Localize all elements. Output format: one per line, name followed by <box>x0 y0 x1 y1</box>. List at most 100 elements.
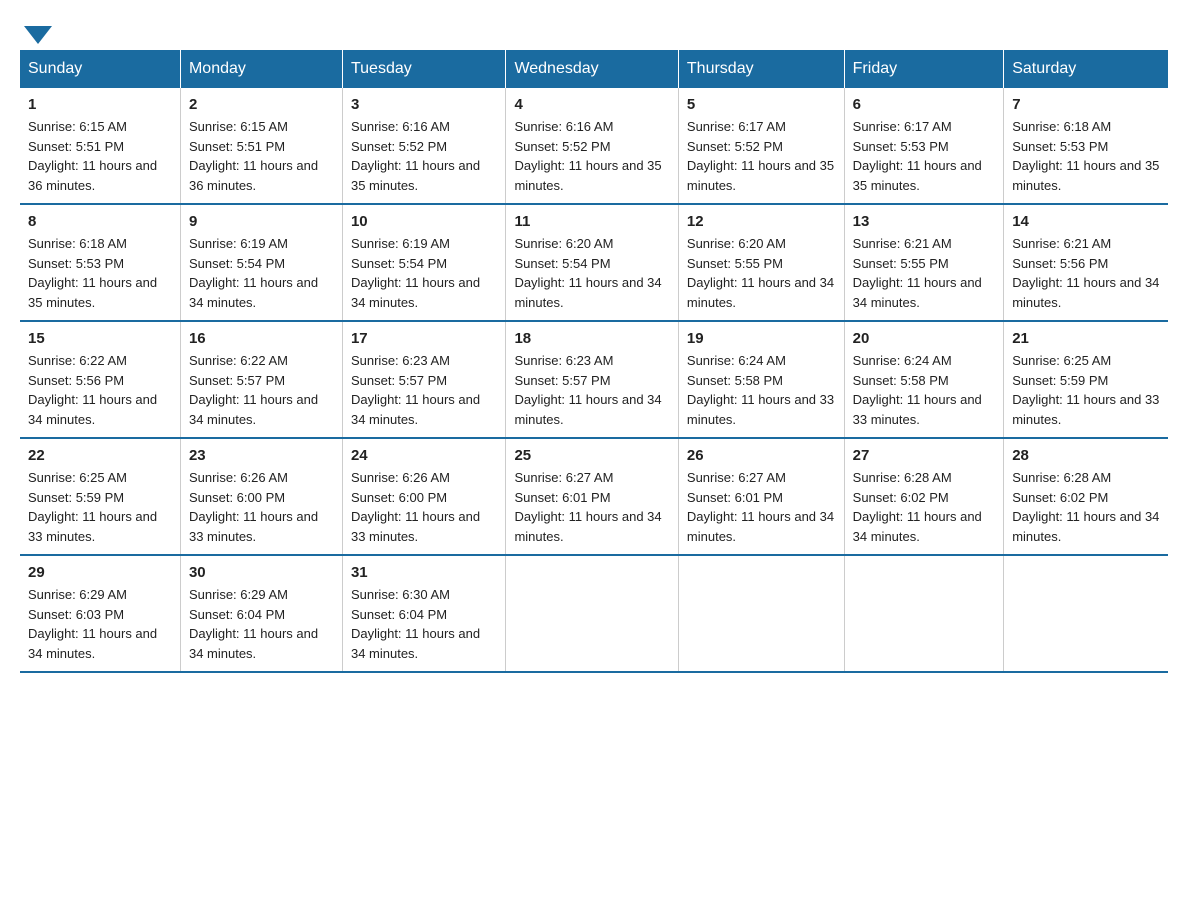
day-number: 1 <box>28 96 172 113</box>
sunrise-label: Sunrise: 6:23 AM <box>514 353 613 368</box>
sunset-label: Sunset: 5:59 PM <box>28 490 124 505</box>
sunset-label: Sunset: 6:00 PM <box>189 490 285 505</box>
day-cell <box>506 555 678 672</box>
day-info: Sunrise: 6:27 AM Sunset: 6:01 PM Dayligh… <box>687 468 836 546</box>
day-cell: 8 Sunrise: 6:18 AM Sunset: 5:53 PM Dayli… <box>20 204 180 321</box>
sunrise-label: Sunrise: 6:25 AM <box>1012 353 1111 368</box>
day-cell: 21 Sunrise: 6:25 AM Sunset: 5:59 PM Dayl… <box>1004 321 1168 438</box>
day-number: 22 <box>28 447 172 464</box>
sunrise-label: Sunrise: 6:26 AM <box>189 470 288 485</box>
day-info: Sunrise: 6:28 AM Sunset: 6:02 PM Dayligh… <box>1012 468 1160 546</box>
daylight-label: Daylight: 11 hours and 35 minutes. <box>853 158 982 193</box>
day-cell: 27 Sunrise: 6:28 AM Sunset: 6:02 PM Dayl… <box>844 438 1004 555</box>
sunrise-label: Sunrise: 6:19 AM <box>189 236 288 251</box>
day-info: Sunrise: 6:24 AM Sunset: 5:58 PM Dayligh… <box>687 351 836 429</box>
sunset-label: Sunset: 5:59 PM <box>1012 373 1108 388</box>
sunset-label: Sunset: 5:52 PM <box>687 139 783 154</box>
day-info: Sunrise: 6:22 AM Sunset: 5:57 PM Dayligh… <box>189 351 334 429</box>
day-info: Sunrise: 6:19 AM Sunset: 5:54 PM Dayligh… <box>351 234 497 312</box>
logo <box>20 20 52 40</box>
day-info: Sunrise: 6:29 AM Sunset: 6:04 PM Dayligh… <box>189 585 334 663</box>
daylight-label: Daylight: 11 hours and 34 minutes. <box>189 626 318 661</box>
day-cell: 1 Sunrise: 6:15 AM Sunset: 5:51 PM Dayli… <box>20 88 180 204</box>
sunrise-label: Sunrise: 6:23 AM <box>351 353 450 368</box>
sunrise-label: Sunrise: 6:15 AM <box>189 119 288 134</box>
sunset-label: Sunset: 6:00 PM <box>351 490 447 505</box>
day-number: 3 <box>351 96 497 113</box>
day-cell: 24 Sunrise: 6:26 AM Sunset: 6:00 PM Dayl… <box>342 438 505 555</box>
sunrise-label: Sunrise: 6:16 AM <box>351 119 450 134</box>
sunset-label: Sunset: 5:54 PM <box>189 256 285 271</box>
day-info: Sunrise: 6:21 AM Sunset: 5:55 PM Dayligh… <box>853 234 996 312</box>
day-info: Sunrise: 6:18 AM Sunset: 5:53 PM Dayligh… <box>1012 117 1160 195</box>
day-cell: 22 Sunrise: 6:25 AM Sunset: 5:59 PM Dayl… <box>20 438 180 555</box>
sunset-label: Sunset: 5:53 PM <box>28 256 124 271</box>
day-number: 13 <box>853 213 996 230</box>
daylight-label: Daylight: 11 hours and 33 minutes. <box>687 392 834 427</box>
sunset-label: Sunset: 5:54 PM <box>351 256 447 271</box>
day-number: 6 <box>853 96 996 113</box>
sunrise-label: Sunrise: 6:18 AM <box>28 236 127 251</box>
day-cell: 23 Sunrise: 6:26 AM Sunset: 6:00 PM Dayl… <box>180 438 342 555</box>
day-info: Sunrise: 6:26 AM Sunset: 6:00 PM Dayligh… <box>189 468 334 546</box>
day-info: Sunrise: 6:15 AM Sunset: 5:51 PM Dayligh… <box>28 117 172 195</box>
calendar-header-row: SundayMondayTuesdayWednesdayThursdayFrid… <box>20 50 1168 88</box>
sunset-label: Sunset: 6:02 PM <box>853 490 949 505</box>
sunset-label: Sunset: 5:58 PM <box>853 373 949 388</box>
day-cell: 16 Sunrise: 6:22 AM Sunset: 5:57 PM Dayl… <box>180 321 342 438</box>
day-info: Sunrise: 6:24 AM Sunset: 5:58 PM Dayligh… <box>853 351 996 429</box>
daylight-label: Daylight: 11 hours and 34 minutes. <box>514 392 661 427</box>
daylight-label: Daylight: 11 hours and 33 minutes. <box>1012 392 1159 427</box>
daylight-label: Daylight: 11 hours and 34 minutes. <box>351 275 480 310</box>
daylight-label: Daylight: 11 hours and 34 minutes. <box>687 275 834 310</box>
sunset-label: Sunset: 5:51 PM <box>28 139 124 154</box>
day-info: Sunrise: 6:20 AM Sunset: 5:54 PM Dayligh… <box>514 234 669 312</box>
daylight-label: Daylight: 11 hours and 34 minutes. <box>28 392 157 427</box>
daylight-label: Daylight: 11 hours and 35 minutes. <box>1012 158 1159 193</box>
day-number: 19 <box>687 330 836 347</box>
daylight-label: Daylight: 11 hours and 35 minutes. <box>687 158 834 193</box>
sunrise-label: Sunrise: 6:17 AM <box>853 119 952 134</box>
daylight-label: Daylight: 11 hours and 34 minutes. <box>853 509 982 544</box>
day-number: 7 <box>1012 96 1160 113</box>
sunset-label: Sunset: 5:57 PM <box>189 373 285 388</box>
day-cell: 11 Sunrise: 6:20 AM Sunset: 5:54 PM Dayl… <box>506 204 678 321</box>
day-cell: 14 Sunrise: 6:21 AM Sunset: 5:56 PM Dayl… <box>1004 204 1168 321</box>
sunset-label: Sunset: 5:55 PM <box>853 256 949 271</box>
daylight-label: Daylight: 11 hours and 34 minutes. <box>351 626 480 661</box>
day-cell <box>844 555 1004 672</box>
sunrise-label: Sunrise: 6:29 AM <box>189 587 288 602</box>
day-info: Sunrise: 6:17 AM Sunset: 5:52 PM Dayligh… <box>687 117 836 195</box>
sunrise-label: Sunrise: 6:16 AM <box>514 119 613 134</box>
sunrise-label: Sunrise: 6:21 AM <box>853 236 952 251</box>
sunrise-label: Sunrise: 6:19 AM <box>351 236 450 251</box>
day-number: 5 <box>687 96 836 113</box>
header-day-sunday: Sunday <box>20 50 180 88</box>
day-cell: 20 Sunrise: 6:24 AM Sunset: 5:58 PM Dayl… <box>844 321 1004 438</box>
header-day-saturday: Saturday <box>1004 50 1168 88</box>
day-number: 8 <box>28 213 172 230</box>
daylight-label: Daylight: 11 hours and 36 minutes. <box>28 158 157 193</box>
day-cell: 10 Sunrise: 6:19 AM Sunset: 5:54 PM Dayl… <box>342 204 505 321</box>
daylight-label: Daylight: 11 hours and 34 minutes. <box>1012 275 1159 310</box>
sunrise-label: Sunrise: 6:26 AM <box>351 470 450 485</box>
daylight-label: Daylight: 11 hours and 34 minutes. <box>514 509 661 544</box>
day-number: 23 <box>189 447 334 464</box>
sunrise-label: Sunrise: 6:22 AM <box>189 353 288 368</box>
daylight-label: Daylight: 11 hours and 35 minutes. <box>514 158 661 193</box>
day-cell: 26 Sunrise: 6:27 AM Sunset: 6:01 PM Dayl… <box>678 438 844 555</box>
week-row-3: 15 Sunrise: 6:22 AM Sunset: 5:56 PM Dayl… <box>20 321 1168 438</box>
day-number: 2 <box>189 96 334 113</box>
daylight-label: Daylight: 11 hours and 34 minutes. <box>514 275 661 310</box>
sunrise-label: Sunrise: 6:27 AM <box>687 470 786 485</box>
week-row-1: 1 Sunrise: 6:15 AM Sunset: 5:51 PM Dayli… <box>20 88 1168 204</box>
sunrise-label: Sunrise: 6:28 AM <box>1012 470 1111 485</box>
day-info: Sunrise: 6:26 AM Sunset: 6:00 PM Dayligh… <box>351 468 497 546</box>
day-cell: 31 Sunrise: 6:30 AM Sunset: 6:04 PM Dayl… <box>342 555 505 672</box>
sunset-label: Sunset: 5:58 PM <box>687 373 783 388</box>
day-number: 9 <box>189 213 334 230</box>
sunset-label: Sunset: 5:57 PM <box>351 373 447 388</box>
day-number: 29 <box>28 564 172 581</box>
day-info: Sunrise: 6:16 AM Sunset: 5:52 PM Dayligh… <box>514 117 669 195</box>
day-info: Sunrise: 6:21 AM Sunset: 5:56 PM Dayligh… <box>1012 234 1160 312</box>
